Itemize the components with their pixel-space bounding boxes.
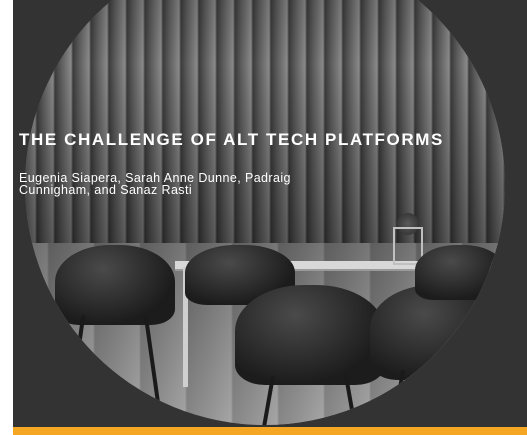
cover-slide: THE CHALLENGE OF ALT TECH PLATFORMS Euge… [13, 0, 527, 427]
book-authors: Eugenia Siapera, Sarah Anne Dunne, Padra… [19, 171, 291, 197]
book-title: THE CHALLENGE OF ALT TECH PLATFORMS [19, 130, 444, 149]
plant-decoration [393, 213, 423, 265]
accent-bar [13, 427, 527, 435]
wall-shade [25, 0, 505, 243]
cover-photo [25, 0, 505, 425]
